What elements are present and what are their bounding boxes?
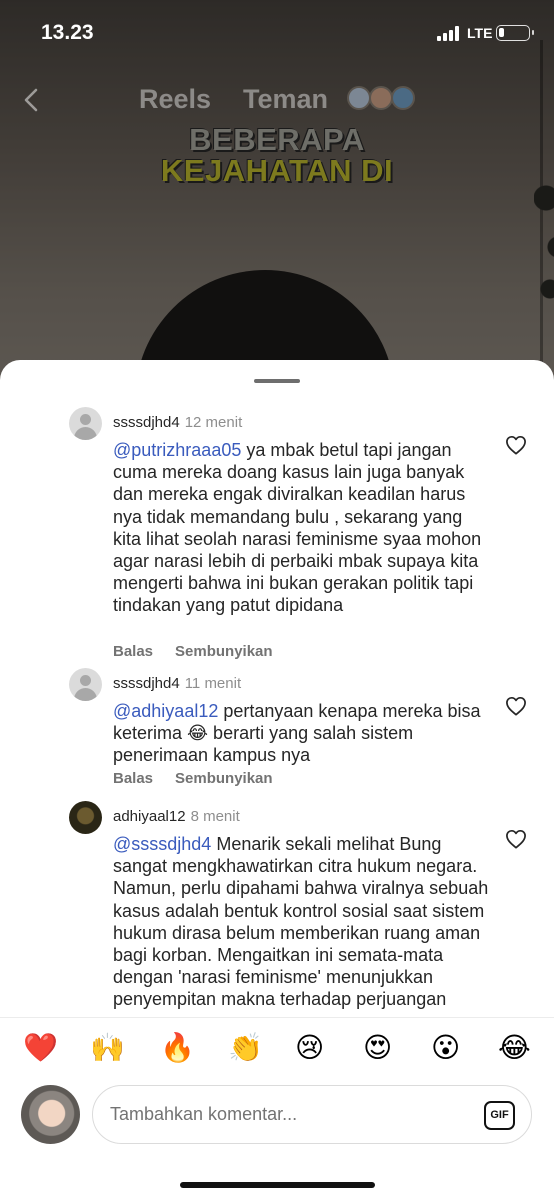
tab-reels[interactable]: Reels <box>139 84 211 115</box>
reply-button[interactable]: Balas <box>113 643 153 660</box>
sheet-drag-handle[interactable] <box>254 379 300 383</box>
comment-mention[interactable]: @adhiyaal12 <box>113 701 218 721</box>
comment-composer: Tambahkan komentar... GIF <box>0 1079 554 1159</box>
battery-level <box>499 28 504 37</box>
comment-actions: Balas Sembunyikan <box>113 770 295 787</box>
emoji-fire-button[interactable]: 🔥 <box>160 1032 195 1064</box>
reels-header: Reels Teman <box>0 80 554 120</box>
like-heart-icon[interactable] <box>505 435 527 455</box>
emoji-quick-bar: ❤️ 🙌 🔥 👏 😢 😍 😮 😂 <box>0 1017 554 1079</box>
friend-avatar <box>347 86 371 110</box>
avatar[interactable] <box>69 668 102 701</box>
comment-time: 11 menit <box>184 675 242 692</box>
avatar[interactable] <box>69 801 102 834</box>
avatar <box>21 1085 80 1144</box>
status-bar: 13.23 LTE <box>0 0 554 66</box>
hide-button[interactable]: Sembunyikan <box>175 643 273 660</box>
comment-mention[interactable]: @putrizhraaa05 <box>113 440 241 460</box>
friend-avatar <box>369 86 393 110</box>
emoji-surprised-button[interactable]: 😮 <box>431 1032 460 1064</box>
gif-button[interactable]: GIF <box>484 1101 515 1130</box>
signal-icon <box>437 26 463 41</box>
comment-text: @ssssdjhd4 Menarik sekali melihat Bung s… <box>113 833 493 1011</box>
emoji-raised-hands-button[interactable]: 🙌 <box>90 1032 125 1064</box>
hide-button[interactable]: Sembunyikan <box>175 770 273 787</box>
comment-username[interactable]: adhiyaal12 <box>113 808 186 825</box>
home-indicator <box>180 1182 375 1188</box>
comment-input-placeholder: Tambahkan komentar... <box>110 1104 298 1124</box>
video-overlay-text-line2: KEJAHATAN DI <box>160 153 394 188</box>
comment-body: Menarik sekali melihat Bung sangat mengk… <box>113 834 489 1010</box>
comments-list[interactable]: ssssdjhd4 12 menit @putrizhraaa05 ya mbak… <box>0 400 554 1015</box>
friends-avatars <box>347 86 417 110</box>
comment-mention[interactable]: @ssssdjhd4 <box>113 834 211 854</box>
comment-meta: adhiyaal12 8 menit <box>113 808 240 825</box>
emoji-heart-eyes-button[interactable]: 😍 <box>363 1032 392 1064</box>
comment-time: 12 menit <box>184 414 243 431</box>
comment-username[interactable]: ssssdjhd4 <box>113 675 180 692</box>
like-heart-icon[interactable] <box>505 696 527 716</box>
friend-avatar <box>391 86 415 110</box>
battery-icon <box>496 25 534 41</box>
emoji-heart-button[interactable]: ❤️ <box>23 1032 58 1064</box>
avatar[interactable] <box>69 407 102 440</box>
back-arrow-icon[interactable] <box>24 88 38 112</box>
reply-button[interactable]: Balas <box>113 770 153 787</box>
emoji-joy-button[interactable]: 😂 <box>498 1032 531 1064</box>
comment-text: @putrizhraaa05 ya mbak betul tapi jangan… <box>113 439 493 617</box>
comments-sheet: ssssdjhd4 12 menit @putrizhraaa05 ya mbak… <box>0 360 554 1200</box>
emoji-crying-button[interactable]: 😢 <box>295 1032 324 1064</box>
comment-input[interactable]: Tambahkan komentar... GIF <box>92 1085 532 1144</box>
status-time: 13.23 <box>41 21 94 44</box>
comment-meta: ssssdjhd4 12 menit <box>113 414 242 431</box>
like-heart-icon[interactable] <box>505 829 527 849</box>
network-type: LTE <box>467 25 493 41</box>
emoji-clap-button[interactable]: 👏 <box>228 1032 263 1064</box>
comment-meta: ssssdjhd4 11 menit <box>113 675 241 692</box>
comment-body: ya mbak betul tapi jangan cuma mereka do… <box>113 440 482 616</box>
comment-actions: Balas Sembunyikan <box>113 643 295 660</box>
comment-text: @adhiyaal12 pertanyaan kenapa mereka bis… <box>113 700 493 767</box>
comment-time: 8 menit <box>190 808 240 825</box>
comment-username[interactable]: ssssdjhd4 <box>113 414 180 431</box>
tab-teman[interactable]: Teman <box>243 84 328 115</box>
